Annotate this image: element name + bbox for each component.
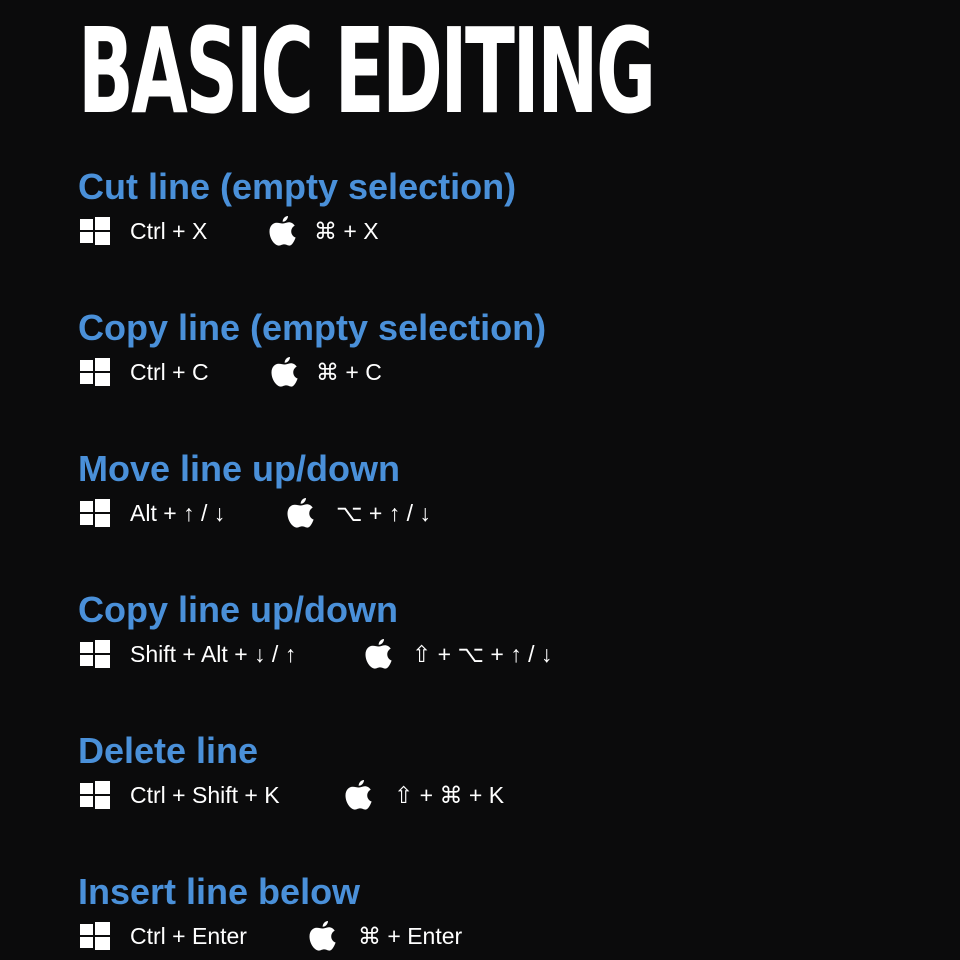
windows-icon: [80, 781, 110, 809]
shortcut-keys-row: Ctrl + Enter ⌘ + Enter: [78, 919, 938, 953]
shortcut-keys-row: Ctrl + C ⌘ + C: [78, 355, 938, 389]
apple-icon: [271, 357, 298, 387]
windows-shortcut: Ctrl + X: [130, 218, 208, 244]
windows-shortcut: Ctrl + Enter: [130, 923, 247, 949]
mac-shortcut: ⌘ + Enter: [358, 923, 463, 949]
apple-icon: [345, 780, 372, 810]
windows-shortcut: Alt + ↑ / ↓: [130, 500, 226, 526]
shortcut-heading: Move line up/down: [78, 448, 400, 489]
windows-icon: [80, 640, 110, 668]
shortcut-keys-row: Alt + ↑ / ↓ ⌥ + ↑ / ↓: [78, 496, 938, 530]
windows-icon: [80, 499, 110, 527]
cheatsheet-page: BASIC EDITING Cut line (empty selection)…: [0, 0, 960, 960]
windows-icon: [80, 217, 110, 245]
page-title: BASIC EDITING: [78, 2, 656, 140]
apple-icon: [269, 216, 296, 246]
shortcut-heading: Delete line: [78, 730, 259, 771]
shortcut-keys-row: Shift + Alt + ↓ / ↑ ⇧ + ⌥ + ↑ / ↓: [78, 637, 938, 671]
windows-icon: [80, 358, 110, 386]
shortcut-heading: Copy line up/down: [78, 589, 398, 630]
mac-shortcut: ⇧ + ⌘ + K: [394, 782, 505, 808]
shortcut-keys-row: Ctrl + X ⌘ + X: [78, 214, 938, 248]
shortcut-heading: Insert line below: [78, 871, 361, 912]
shortcut-section-copy-line-up-down: Copy line up/down Shift + Alt + ↓ / ↑ ⇧ …: [78, 589, 938, 671]
shortcut-keys-row: Ctrl + Shift + K ⇧ + ⌘ + K: [78, 778, 938, 812]
apple-icon: [365, 639, 392, 669]
mac-shortcut: ⌥ + ↑ / ↓: [336, 500, 431, 526]
mac-shortcut: ⌘ + C: [316, 359, 382, 385]
windows-shortcut: Ctrl + C: [130, 359, 209, 385]
mac-shortcut: ⇧ + ⌥ + ↑ / ↓: [412, 641, 553, 667]
shortcut-section-move-line: Move line up/down Alt + ↑ / ↓ ⌥ + ↑ / ↓: [78, 448, 938, 530]
shortcut-section-insert-line-below: Insert line below Ctrl + Enter ⌘ + Enter: [78, 871, 938, 953]
windows-shortcut: Ctrl + Shift + K: [130, 782, 280, 808]
mac-shortcut: ⌘ + X: [314, 218, 379, 244]
apple-icon: [287, 498, 314, 528]
shortcut-section-delete-line: Delete line Ctrl + Shift + K ⇧ + ⌘ + K: [78, 730, 938, 812]
apple-icon: [309, 921, 336, 951]
shortcut-section-cut-line: Cut line (empty selection) Ctrl + X ⌘ + …: [78, 166, 938, 248]
shortcut-heading: Copy line (empty selection): [78, 307, 547, 348]
windows-icon: [80, 922, 110, 950]
windows-shortcut: Shift + Alt + ↓ / ↑: [130, 641, 297, 667]
shortcut-section-copy-line: Copy line (empty selection) Ctrl + C ⌘ +…: [78, 307, 938, 389]
shortcut-heading: Cut line (empty selection): [78, 166, 517, 207]
